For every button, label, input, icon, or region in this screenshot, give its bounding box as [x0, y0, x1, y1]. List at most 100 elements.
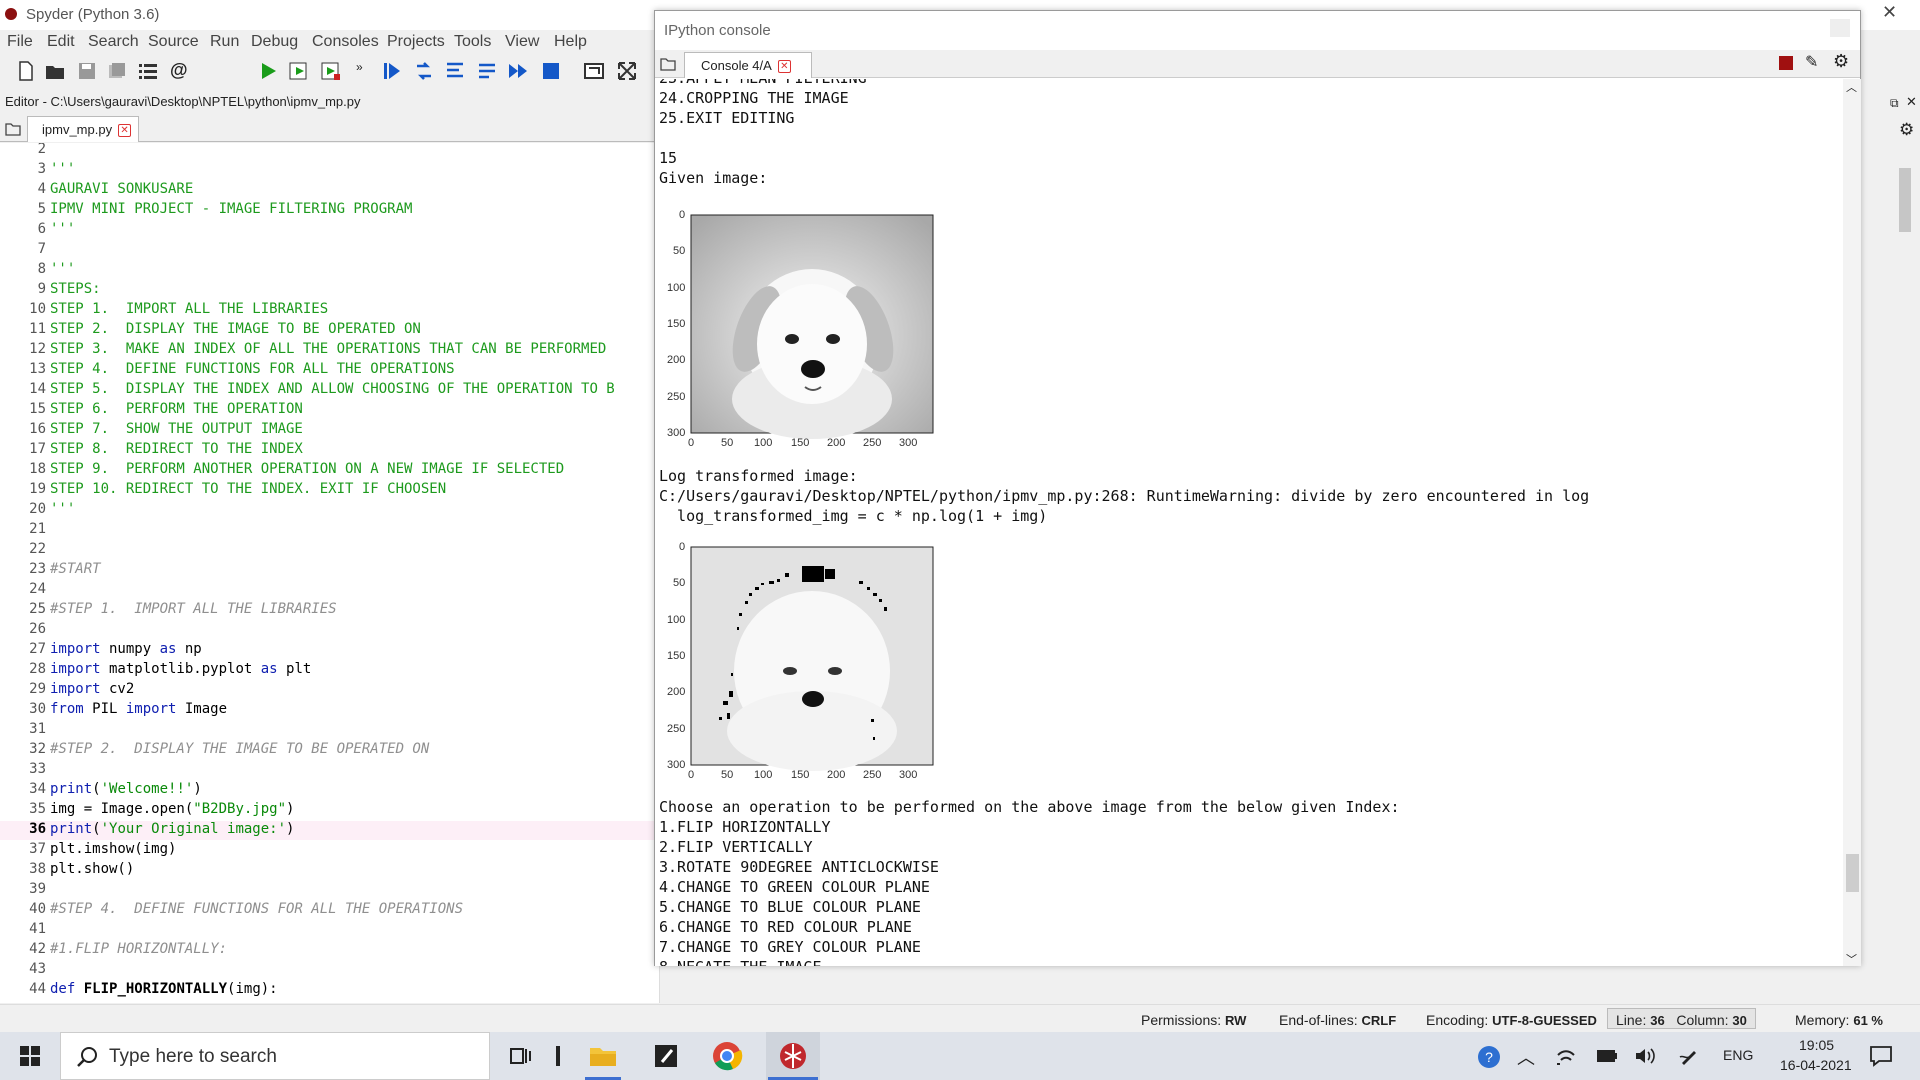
clock-time[interactable]: 19:05: [1799, 1037, 1834, 1053]
at-sign-icon[interactable]: @: [170, 60, 192, 82]
outline-icon[interactable]: [137, 60, 159, 82]
close-tab-icon[interactable]: ✕: [118, 124, 132, 137]
menu-consoles[interactable]: Consoles: [312, 33, 379, 51]
run-cell-advance-icon[interactable]: [320, 60, 342, 82]
menu-edit[interactable]: Edit: [47, 33, 75, 51]
x-tick: 300: [899, 769, 918, 781]
console-tab[interactable]: Console 4/A ✕: [684, 52, 812, 78]
editor-tab-bar: ipmv_mp.py ✕: [0, 115, 660, 142]
editor-tab[interactable]: ipmv_mp.py ✕: [27, 116, 139, 142]
console-options-icon[interactable]: ⚙: [1833, 51, 1849, 72]
console-tab-bar: Console 4/A ✕ ✎ ⚙: [655, 50, 1860, 78]
console-close-button[interactable]: [1830, 19, 1850, 37]
battery-icon[interactable]: [1596, 1049, 1618, 1063]
sticky-app-icon[interactable]: [650, 1040, 682, 1072]
open-file-icon[interactable]: [44, 60, 66, 82]
menu-file[interactable]: File: [7, 33, 33, 51]
scroll-down-icon[interactable]: ﹀: [1846, 951, 1857, 967]
run-cell-icon[interactable]: [288, 60, 310, 82]
log-transformed-figure: 0 50 100 150 200 250 300 0 50 100 150 20…: [659, 541, 939, 801]
clear-console-icon[interactable]: ✎: [1805, 52, 1818, 72]
line-number: 30: [29, 701, 46, 717]
step-icon[interactable]: [413, 60, 435, 82]
notifications-icon[interactable]: [1869, 1045, 1893, 1067]
console-scroll-thumb[interactable]: [1846, 854, 1859, 892]
menu-projects[interactable]: Projects: [387, 33, 445, 51]
window-title: Spyder (Python 3.6): [26, 6, 160, 23]
editor-scrollbar[interactable]: [1893, 143, 1915, 1003]
code-line: STEP 10. REDIRECT TO THE INDEX. EXIT IF …: [50, 481, 447, 497]
y-tick: 50: [673, 577, 686, 589]
code-line: img = Image.open("B2DBy.jpg"): [50, 801, 295, 817]
run-icon[interactable]: [257, 60, 279, 82]
editor-path-label: Editor - C:\Users\gauravi\Desktop\NPTEL\…: [5, 94, 361, 109]
save-all-icon[interactable]: [106, 60, 128, 82]
menu-debug[interactable]: Debug: [251, 33, 298, 51]
y-tick: 50: [673, 245, 686, 257]
save-icon[interactable]: [76, 60, 98, 82]
chrome-icon[interactable]: [711, 1040, 743, 1072]
line-number: 4: [37, 181, 46, 197]
spyder-taskbar-button[interactable]: [766, 1032, 820, 1080]
pen-workspace-icon[interactable]: [1678, 1045, 1700, 1067]
code-line: STEP 3. MAKE AN INDEX OF ALL THE OPERATI…: [50, 341, 607, 357]
editor-scroll-thumb[interactable]: [1899, 168, 1911, 232]
browse-tabs-icon[interactable]: [5, 122, 21, 136]
line-number: 37: [29, 841, 46, 857]
scroll-up-icon[interactable]: ︿: [1846, 79, 1857, 95]
x-tick: 200: [827, 769, 846, 781]
menu-help[interactable]: Help: [554, 33, 587, 51]
code-line: print('Welcome!!'): [50, 781, 202, 797]
console-output[interactable]: 23.APPLY MEAN FILTERING 24.CROPPING THE …: [655, 79, 1843, 966]
menu-view[interactable]: View: [505, 33, 539, 51]
y-tick: 200: [667, 686, 686, 698]
line-number: 19: [29, 481, 46, 497]
encoding-value: UTF-8-GUESSED: [1492, 1013, 1597, 1028]
volume-icon[interactable]: [1634, 1046, 1656, 1066]
taskbar-search-box[interactable]: Type here to search: [60, 1032, 490, 1080]
x-tick: 0: [688, 769, 695, 781]
menu-run[interactable]: Run: [210, 33, 239, 51]
step-return-icon[interactable]: [476, 60, 498, 82]
line-number: 6: [37, 221, 46, 237]
debug-icon[interactable]: [381, 60, 403, 82]
line-number: 21: [29, 521, 46, 537]
menu-tools[interactable]: Tools: [454, 33, 491, 51]
line-number: 41: [29, 921, 46, 937]
line-number: 35: [29, 801, 46, 817]
column-value: 30: [1732, 1013, 1747, 1028]
line-label: Line:: [1616, 1012, 1647, 1028]
network-icon[interactable]: [1555, 1046, 1577, 1066]
menu-search[interactable]: Search: [88, 33, 139, 51]
maximize-pane-icon[interactable]: [583, 60, 605, 82]
console-scrollbar[interactable]: ︿ ﹀: [1843, 79, 1861, 966]
close-console-tab-icon[interactable]: ✕: [777, 60, 791, 73]
continue-icon[interactable]: [507, 60, 529, 82]
interrupt-kernel-icon[interactable]: [1779, 56, 1793, 70]
undock-icon[interactable]: ⧉: [1890, 96, 1899, 111]
clock-date[interactable]: 16-04-2021: [1780, 1057, 1852, 1073]
task-view-icon[interactable]: [505, 1040, 537, 1072]
more-icon[interactable]: »: [356, 60, 378, 82]
new-file-icon[interactable]: [15, 60, 37, 82]
stop-debug-icon[interactable]: [540, 60, 562, 82]
help-icon[interactable]: ?: [1477, 1045, 1501, 1069]
close-pane-icon[interactable]: ✕: [1906, 94, 1917, 110]
menu-source[interactable]: Source: [148, 33, 199, 51]
editor-options-icon[interactable]: ⚙: [1899, 120, 1914, 140]
code-editor[interactable]: 2 3 ''' 4 GAURAVI SONKUSARE 5 IPMV MINI PROJEC…: [0, 143, 660, 1003]
step-into-icon[interactable]: [444, 60, 466, 82]
line-number: 17: [29, 441, 46, 457]
editor-tab-label: ipmv_mp.py: [42, 122, 113, 137]
language-indicator[interactable]: ENG: [1723, 1047, 1753, 1063]
close-window-icon[interactable]: ✕: [1882, 2, 1897, 23]
show-hidden-icons[interactable]: ︿: [1517, 1044, 1535, 1070]
windows-start-icon[interactable]: [20, 1046, 40, 1066]
code-line: plt.imshow(img): [50, 841, 177, 857]
fullscreen-icon[interactable]: [616, 60, 638, 82]
browse-consoles-icon[interactable]: [660, 57, 676, 71]
eol-label: End-of-lines:: [1279, 1012, 1358, 1028]
code-line: #STEP 4. DEFINE FUNCTIONS FOR ALL THE OP…: [50, 901, 464, 917]
code-line: #STEP 1. IMPORT ALL THE LIBRARIES: [50, 601, 337, 617]
file-explorer-icon[interactable]: [587, 1040, 619, 1072]
